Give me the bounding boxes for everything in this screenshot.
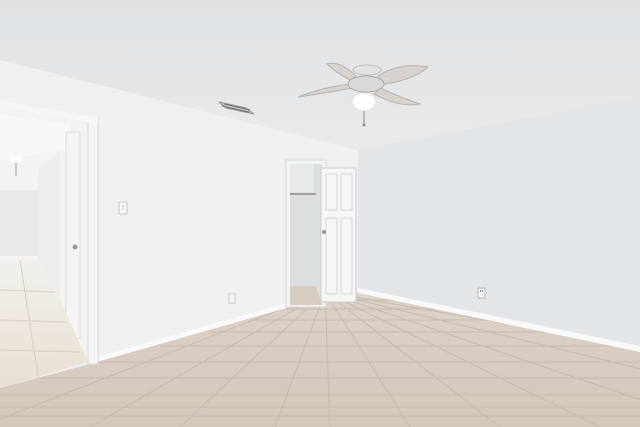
hallway-doorway — [0, 102, 88, 389]
room-illustration — [0, 0, 640, 427]
room-photo — [0, 0, 640, 427]
door-knob-icon — [72, 244, 78, 250]
light-switch-icon — [118, 201, 128, 215]
closet-door — [285, 159, 357, 308]
outlet-icon — [477, 287, 486, 299]
outlet-icon — [228, 293, 236, 304]
hallway-trim — [87, 117, 99, 365]
